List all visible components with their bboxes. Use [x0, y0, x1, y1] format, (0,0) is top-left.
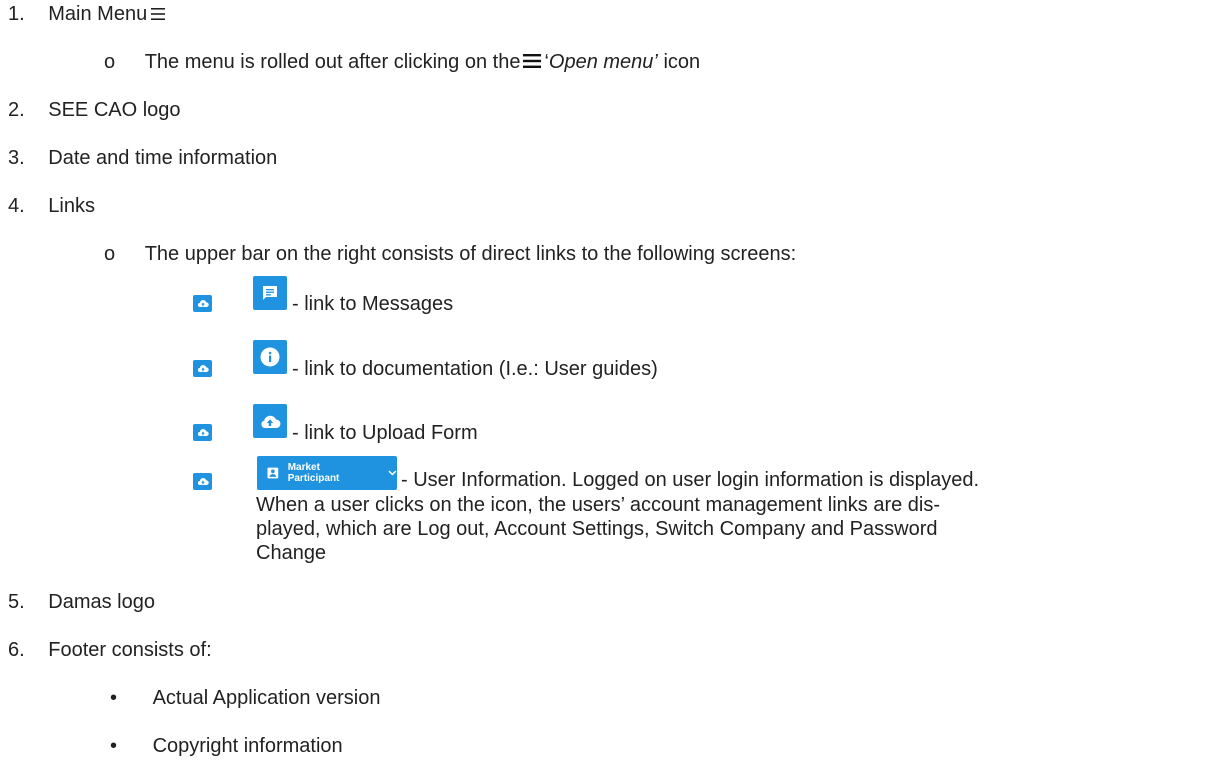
link-desc-messages: - link to Messages	[292, 293, 454, 315]
item-text: SEE CAO logo	[48, 99, 181, 121]
item-text: Damas logo	[48, 591, 155, 613]
footer-bullet-1: • Actual Application version	[110, 686, 381, 710]
item-text: Main Menu	[48, 3, 148, 25]
cloud-bullet-icon	[193, 295, 212, 312]
footer-text: Actual Application version	[152, 687, 381, 709]
link-desc-upload: - link to Upload Form	[292, 422, 478, 444]
sub-bullet-menu: o The menu is rolled out after clicking …	[104, 50, 700, 74]
link-desc-documentation: - link to documentation (I.e.: User guid…	[292, 358, 658, 380]
open-menu-icon	[523, 54, 542, 68]
item-number: 1.	[8, 3, 25, 25]
bullet-dot: •	[110, 687, 118, 709]
sub-text: The menu is rolled out after clicking on…	[144, 51, 701, 73]
item-text: Links	[48, 195, 95, 217]
sub-text: The upper bar on the right consists of d…	[144, 243, 797, 265]
cloud-bullet-icon	[193, 360, 212, 377]
item-text: Footer consists of:	[48, 639, 212, 661]
item-number: 6.	[8, 639, 25, 661]
cloud-bullet-icon	[193, 424, 212, 441]
list-item-2: 2. SEE CAO logo	[8, 98, 181, 122]
list-item-4: 4. Links	[8, 194, 95, 218]
bullet-circle: o	[104, 243, 116, 265]
bullet-circle: o	[104, 51, 116, 73]
user-info-line-2: When a user clicks on the icon, the user…	[256, 494, 941, 516]
item-number: 3.	[8, 147, 25, 169]
message-icon[interactable]	[253, 276, 287, 310]
user-info-line-3: played, which are Log out, Account Setti…	[256, 518, 938, 540]
market-participant-button[interactable]: Market Participant	[257, 456, 397, 490]
user-badge-icon	[267, 467, 279, 479]
user-info-line-1: - User Information. Logged on user login…	[401, 469, 980, 491]
chevron-down-icon	[388, 470, 397, 476]
cloud-bullet-icon	[193, 473, 212, 490]
footer-text: Copyright information	[152, 735, 343, 757]
item-number: 2.	[8, 99, 25, 121]
item-number: 5.	[8, 591, 25, 613]
item-number: 4.	[8, 195, 25, 217]
item-text: Date and time information	[48, 147, 278, 169]
user-role-label: Market Participant	[287, 462, 340, 484]
list-item-1: 1. Main Menu	[8, 2, 167, 26]
bullet-dot: •	[110, 735, 118, 757]
list-item-5: 5. Damas logo	[8, 590, 155, 614]
info-icon[interactable]	[253, 340, 287, 374]
user-info-line-4: Change	[256, 542, 327, 564]
list-item-6: 6. Footer consists of:	[8, 638, 212, 662]
footer-bullet-2: • Copyright information	[110, 734, 343, 758]
list-item-3: 3. Date and time information	[8, 146, 277, 170]
hamburger-icon	[151, 8, 166, 20]
upload-cloud-icon[interactable]	[253, 404, 287, 438]
sub-bullet-links: o The upper bar on the right consists of…	[104, 242, 796, 266]
